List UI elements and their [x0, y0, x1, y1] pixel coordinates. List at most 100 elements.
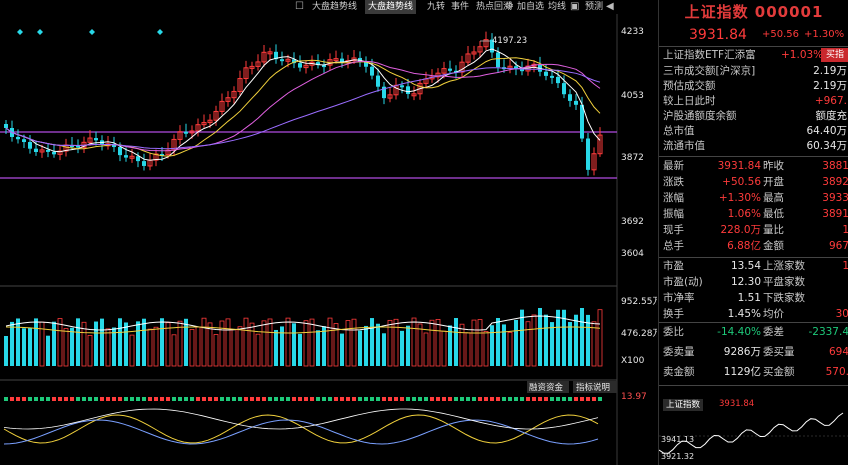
indicator-dot — [316, 397, 320, 401]
quote-label: 振幅 — [663, 208, 684, 220]
volume-bar — [4, 336, 8, 366]
volume-bar — [16, 318, 20, 366]
volume-bar — [136, 321, 140, 366]
indicator-dot — [562, 397, 566, 401]
volume-bar — [237, 326, 243, 367]
indicator-dot — [4, 397, 8, 401]
quote-label: 最新 — [663, 160, 684, 172]
tab-forecast[interactable]: 预测 — [585, 0, 603, 14]
quote-value: 3931.84 — [717, 160, 761, 172]
volume-bar — [483, 331, 489, 367]
price-change-pct: +1.30% — [804, 29, 845, 40]
checkbox-icon[interactable]: ☐ — [295, 1, 304, 13]
volume-bar — [568, 322, 572, 366]
indicator-dot — [46, 397, 50, 401]
indicator-dot — [574, 397, 578, 401]
settings-icon[interactable]: ⚙ — [505, 1, 514, 13]
volume-bar — [411, 317, 417, 367]
indicator-dot — [232, 397, 236, 401]
quote-value: 1 — [842, 259, 848, 274]
quote-value: 1.45% — [727, 308, 761, 320]
tab-events[interactable]: 事件 — [451, 0, 469, 14]
volume-bar — [76, 318, 80, 366]
indicator-dot — [346, 397, 350, 401]
quote-row: 涨跌 +50.56 开盘 3892 — [659, 175, 848, 190]
candle-body — [298, 63, 302, 68]
volume-bar — [400, 330, 404, 366]
quote-label: 量比 — [763, 224, 784, 236]
volume-bar — [370, 318, 374, 366]
quote-value: 1129亿 — [723, 366, 761, 378]
etf-row[interactable]: 上证指数ETF汇添富 +1.03% — [659, 48, 848, 63]
kline-chart[interactable]: 4233 4053 3872 3692 3604 4197.23 952.55万… — [0, 14, 657, 465]
tab-moving-average[interactable]: 均线 — [548, 0, 566, 14]
quote-row: 市盈 13.54 上涨家数 1 — [659, 259, 848, 274]
quote-value: 1.51 — [737, 292, 761, 304]
quote-label: 下跌家数 — [763, 292, 805, 304]
mini-chart-value: 3931.84 — [719, 399, 755, 409]
volume-bars — [4, 308, 603, 367]
quote-label: 开盘 — [763, 176, 784, 188]
indicator-dot — [436, 397, 440, 401]
quote-row: 市盈(动) 12.30 平盘家数 — [659, 275, 848, 290]
back-arrow-icon[interactable]: ◀ — [606, 1, 614, 13]
indicator-dot — [280, 397, 284, 401]
volume-bar — [195, 326, 201, 367]
volume-bar — [393, 318, 399, 367]
volume-bar — [309, 318, 315, 367]
indicator-dot — [106, 397, 110, 401]
tab-nine-turn[interactable]: 九转 — [427, 0, 445, 14]
market-info-label: 较上日此时 — [663, 95, 716, 107]
volume-bar — [285, 317, 291, 367]
candle-body — [562, 83, 566, 95]
volume-bar — [382, 333, 386, 366]
market-info-row: 沪股通额度余额 额度充 — [659, 109, 848, 124]
buy-button[interactable]: 买指 — [821, 48, 848, 62]
indicator-dot — [88, 397, 92, 401]
mini-axis-label: 3921.32 — [661, 452, 695, 461]
quote-value: -14.40% — [717, 326, 761, 338]
volume-bar — [525, 321, 531, 367]
indicator-dot — [274, 397, 278, 401]
tab-trend-line-2[interactable]: 大盘趋势线 — [365, 0, 417, 14]
volume-bar — [376, 323, 380, 366]
indicator-dot — [244, 397, 248, 401]
indicator-dot — [292, 397, 296, 401]
volume-bar — [63, 328, 69, 367]
indicator-dot — [124, 397, 128, 401]
market-info-row: 预估成交额 2.19万 — [659, 79, 848, 94]
price-axis-label: 4053 — [621, 91, 644, 101]
quote-value: 570. — [825, 366, 848, 378]
add-watchlist-button[interactable]: 加自选 — [517, 0, 544, 14]
quote-value: 967 — [828, 240, 848, 252]
diamond-marker — [17, 29, 23, 35]
diamond-marker — [37, 29, 43, 35]
tab-trend-line-1[interactable]: 大盘趋势线 — [312, 0, 357, 14]
indicator-dot — [298, 397, 302, 401]
save-icon[interactable]: ▣ — [570, 1, 579, 13]
volume-bar — [441, 330, 447, 367]
quote-label: 金额 — [763, 240, 784, 252]
high-price-marker: 4197.23 — [492, 36, 527, 46]
candle-body — [496, 52, 500, 68]
volume-bar — [454, 318, 458, 366]
quote-value: 1 — [842, 223, 848, 238]
volume-bar — [316, 330, 320, 366]
indicator-dot — [190, 397, 194, 401]
etf-pct: +1.03% — [781, 49, 824, 61]
diamond-marker — [157, 29, 163, 35]
price-axis-label: 3692 — [621, 217, 644, 227]
indicator-dot — [202, 397, 206, 401]
indicator-dot — [352, 397, 356, 401]
volume-bar — [57, 318, 63, 367]
indicator-dot — [28, 397, 32, 401]
volume-bar — [358, 330, 362, 366]
candle-body — [586, 138, 590, 170]
quote-label: 委比 — [663, 326, 684, 338]
volume-bar — [465, 332, 471, 367]
candle-body — [550, 75, 554, 78]
volume-unit-label: X100 — [621, 356, 645, 366]
market-info-row: 较上日此时 +967. — [659, 94, 848, 109]
candle-body — [136, 156, 140, 162]
volume-bar — [327, 317, 333, 367]
